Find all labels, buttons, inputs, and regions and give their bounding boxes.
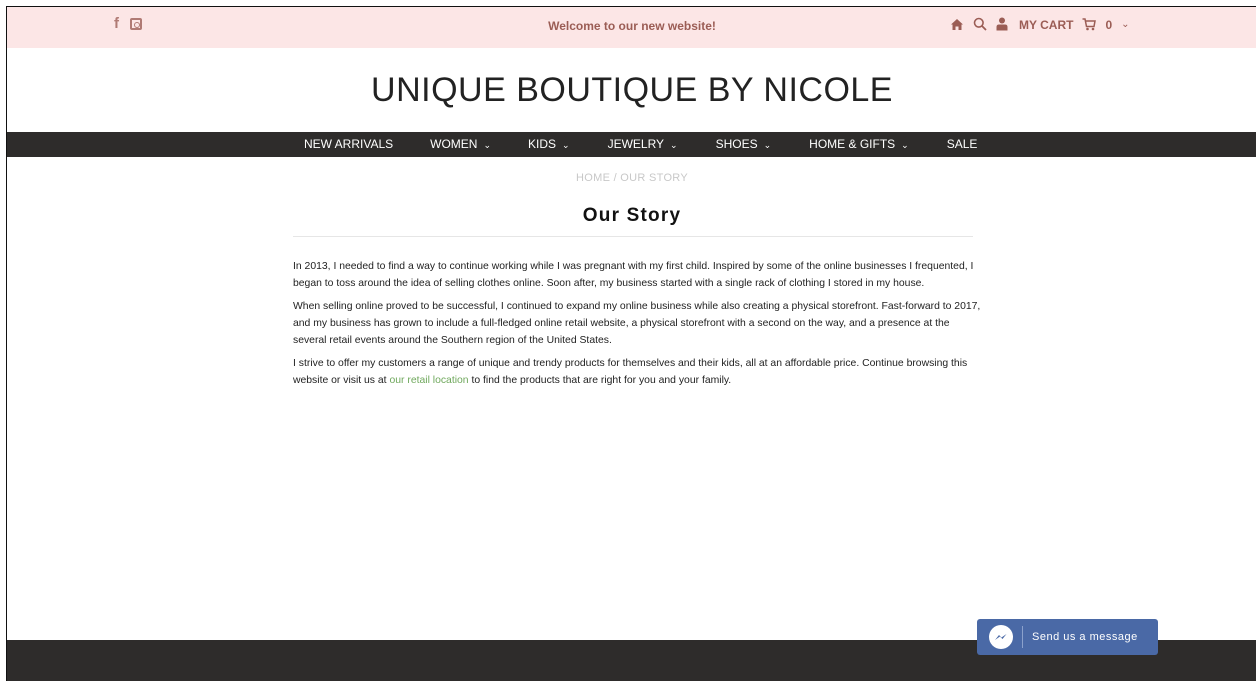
story-paragraph: In 2013, I needed to find a way to conti… xyxy=(293,261,974,289)
title-divider xyxy=(293,236,973,237)
nav-label: WOMEN xyxy=(430,137,478,151)
nav-label: SALE xyxy=(946,137,978,151)
home-icon[interactable] xyxy=(950,18,964,33)
cart-icon[interactable] xyxy=(1082,17,1097,33)
page-frame: f Welcome to our new website! MY CART 0 … xyxy=(6,6,1256,681)
main-nav: NEW ARRIVALS WOMEN ⌄ KIDS ⌄ JEWELRY ⌄ SHOES… xyxy=(7,132,1256,157)
story-paragraph: I strive to offer my customers a range o… xyxy=(293,355,983,389)
nav-item-shoes[interactable]: SHOES ⌄ xyxy=(716,137,772,152)
nav-item-kids[interactable]: KIDS ⌄ xyxy=(528,137,570,152)
chevron-down-icon: ⌄ xyxy=(670,140,678,150)
cart-link[interactable]: MY CART xyxy=(1017,18,1073,32)
breadcrumb-current: OUR STORY xyxy=(620,172,688,184)
messenger-button[interactable]: Send us a message xyxy=(977,619,1158,655)
page-content: In 2013, I needed to find a way to conti… xyxy=(293,258,983,395)
announcement-bar: f Welcome to our new website! MY CART 0 … xyxy=(7,7,1256,48)
utility-nav: MY CART 0 ⌄ xyxy=(950,17,1130,33)
search-icon[interactable] xyxy=(973,17,987,33)
nav-item-jewelry[interactable]: JEWELRY ⌄ xyxy=(608,137,678,152)
chevron-down-icon: ⌄ xyxy=(763,140,772,150)
cart-label: MY CART xyxy=(1019,18,1074,32)
messenger-icon xyxy=(989,625,1013,649)
nav-item-women[interactable]: WOMEN ⌄ xyxy=(430,137,491,152)
nav-label: KIDS xyxy=(528,137,557,151)
breadcrumb: HOME / OUR STORY xyxy=(7,172,1256,184)
divider xyxy=(1022,626,1023,648)
account-icon[interactable] xyxy=(996,17,1008,33)
chevron-down-icon: ⌄ xyxy=(562,140,570,150)
breadcrumb-home[interactable]: HOME xyxy=(576,172,610,184)
nav-item-home-gifts[interactable]: HOME & GIFTS ⌄ xyxy=(809,137,909,152)
nav-label: HOME & GIFTS xyxy=(809,137,896,151)
messenger-label: Send us a message xyxy=(1032,631,1138,643)
nav-label: NEW ARRIVALS xyxy=(304,137,394,151)
chevron-down-icon[interactable]: ⌄ xyxy=(1121,18,1129,32)
nav-label: SHOES xyxy=(715,137,758,151)
nav-items: NEW ARRIVALS WOMEN ⌄ KIDS ⌄ JEWELRY ⌄ SHOES… xyxy=(304,137,977,152)
page-title: Our Story xyxy=(582,205,682,226)
chevron-down-icon: ⌄ xyxy=(901,140,909,150)
nav-label: JEWELRY xyxy=(607,137,665,151)
cart-count: 0 xyxy=(1105,18,1113,32)
site-logo[interactable]: UNIQUE BOUTIQUE BY NICOLE xyxy=(7,71,1256,110)
retail-location-link[interactable]: our retail location xyxy=(389,375,468,386)
paragraph-text: to find the products that are right for … xyxy=(468,375,732,386)
nav-item-sale[interactable]: SALE xyxy=(947,137,978,152)
nav-item-new-arrivals[interactable]: NEW ARRIVALS xyxy=(304,137,393,152)
chevron-down-icon: ⌄ xyxy=(483,140,492,150)
breadcrumb-separator: / xyxy=(613,172,617,184)
story-paragraph: When selling online proved to be success… xyxy=(293,301,981,346)
